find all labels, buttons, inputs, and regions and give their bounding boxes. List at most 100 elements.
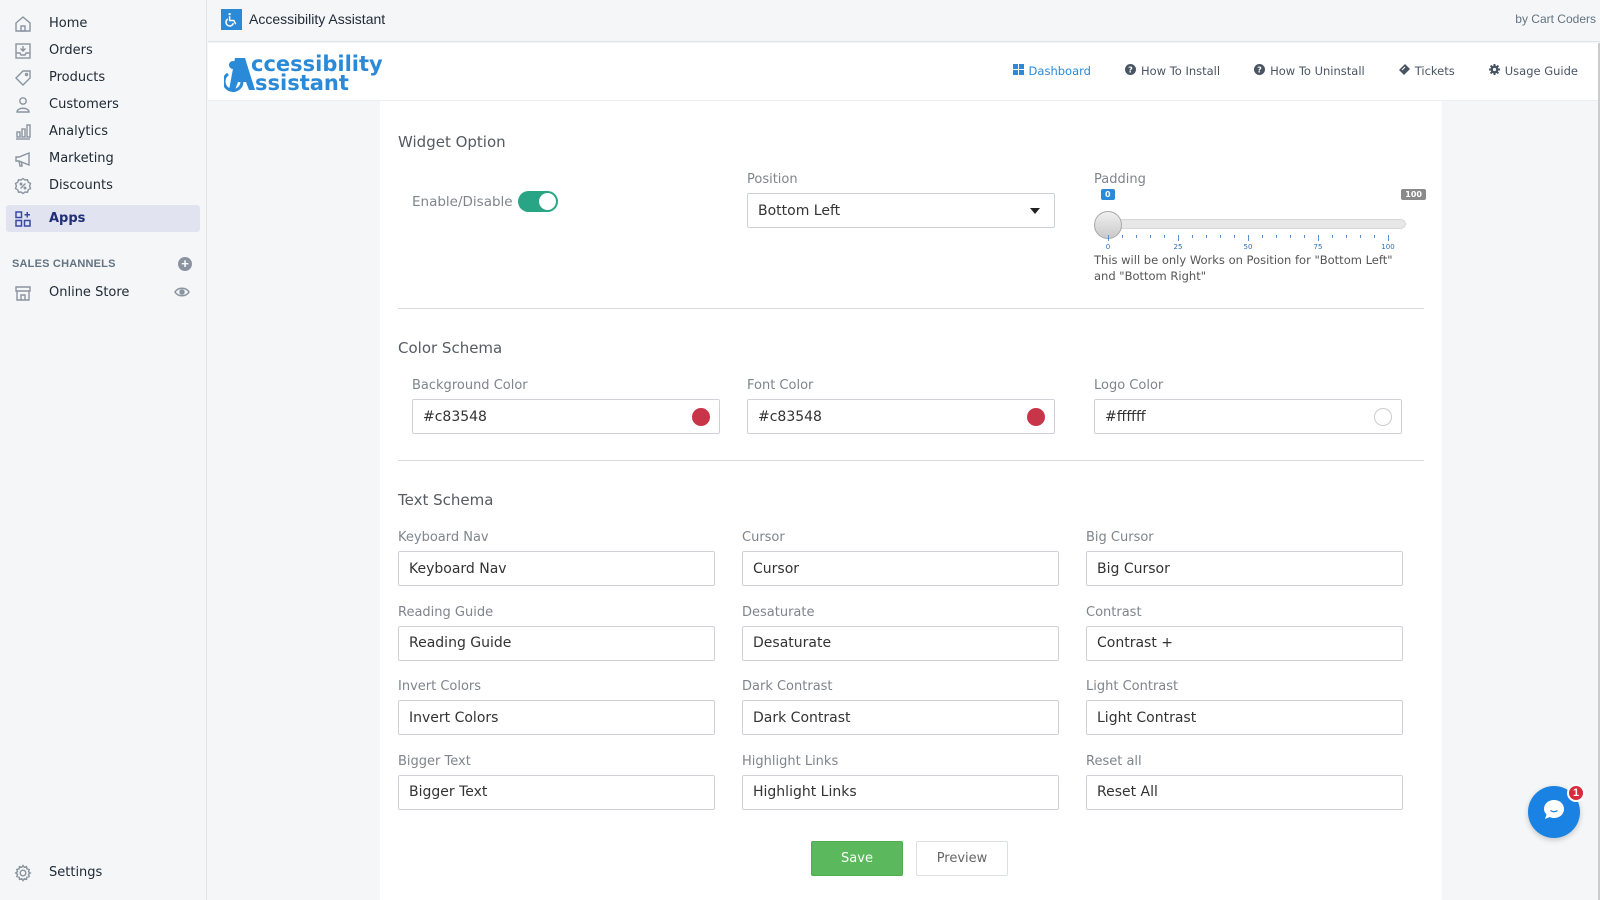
slider-tick (1164, 235, 1165, 238)
reset-all-value: Reset All (1097, 784, 1158, 800)
gear-icon (1488, 64, 1500, 78)
reset-all-label: Reset all (1086, 753, 1142, 769)
slider-tick (1178, 235, 1179, 241)
sidebar-item-label: Online Store (49, 285, 130, 300)
tab-how-to-uninstall[interactable]: ? How To Uninstall (1254, 64, 1365, 78)
invert-colors-input[interactable]: Invert Colors (398, 700, 715, 735)
sidebar-item-discounts[interactable]: Discounts (6, 172, 200, 199)
ticket-icon (1398, 64, 1410, 78)
highlight-links-input[interactable]: Highlight Links (742, 774, 1059, 810)
cursor-input[interactable]: Cursor (742, 551, 1059, 586)
sidebar-item-label: Orders (49, 43, 93, 58)
chat-bubble-icon (1541, 797, 1567, 828)
background-color-input[interactable]: #c83548 (412, 399, 720, 434)
dark-contrast-input[interactable]: Dark Contrast (742, 700, 1059, 735)
sidebar-item-label: Settings (49, 865, 103, 880)
divider (398, 308, 1424, 309)
caret-down-icon (1030, 208, 1040, 214)
svg-text:?: ? (1128, 66, 1133, 75)
big-cursor-input[interactable]: Big Cursor (1086, 551, 1403, 586)
sidebar-item-label: Products (49, 70, 106, 85)
logo-color-value: #ffffff (1105, 408, 1146, 425)
sales-channels-title: SALES CHANNELS (12, 258, 116, 270)
wheelchair-icon (221, 9, 242, 30)
add-channel-icon[interactable]: + (178, 257, 192, 271)
developer-credit: by Cart Coders (1515, 12, 1596, 26)
tab-label: How To Install (1140, 64, 1221, 78)
slider-tick (1234, 235, 1235, 238)
sidebar-item-apps[interactable]: Apps (6, 205, 200, 232)
position-label: Position (747, 172, 798, 187)
tab-how-to-install[interactable]: ? How To Install (1124, 64, 1221, 78)
sidebar-item-products[interactable]: Products (6, 64, 200, 91)
sidebar-item-home[interactable]: Home (6, 10, 200, 37)
tab-dashboard[interactable]: Dashboard (1012, 64, 1091, 78)
bar-chart-icon (12, 121, 34, 143)
app-nav-tabs: Dashboard ? How To Install ? How To Unin… (979, 64, 1578, 78)
sidebar: Home Orders Products Customers Analytics… (0, 0, 207, 900)
orders-icon (12, 40, 34, 62)
tag-icon (12, 67, 34, 89)
tab-tickets[interactable]: Tickets (1398, 64, 1455, 78)
sidebar-item-online-store[interactable]: Online Store (6, 279, 192, 306)
tab-label: How To Uninstall (1270, 64, 1365, 78)
apps-icon (12, 208, 34, 230)
toggle-knob (539, 193, 556, 210)
tab-label: Usage Guide (1504, 64, 1578, 78)
reset-all-input[interactable]: Reset All (1086, 774, 1403, 810)
contrast-input[interactable]: Contrast + (1086, 625, 1403, 661)
bigger-text-label: Bigger Text (398, 753, 471, 769)
slider-tick (1388, 235, 1389, 241)
color-schema-title: Color Schema (398, 339, 503, 357)
slider-tick (1262, 235, 1263, 238)
tab-label: Dashboard (1028, 64, 1091, 78)
logo-color-input[interactable]: #ffffff (1094, 399, 1402, 434)
save-button[interactable]: Save (811, 841, 903, 876)
sidebar-item-analytics[interactable]: Analytics (6, 118, 200, 145)
home-icon (12, 13, 34, 35)
widget-option-title: Widget Option (398, 133, 506, 151)
sidebar-item-marketing[interactable]: Marketing (6, 145, 200, 172)
sidebar-item-orders[interactable]: Orders (6, 37, 200, 64)
contrast-value: Contrast + (1097, 635, 1174, 651)
light-contrast-input[interactable]: Light Contrast (1086, 700, 1403, 735)
tab-usage-guide[interactable]: Usage Guide (1488, 64, 1578, 78)
question-circle-icon: ? (1254, 64, 1266, 78)
desaturate-input[interactable]: Desaturate (742, 625, 1059, 661)
logo-color-swatch[interactable] (1374, 408, 1392, 426)
sidebar-item-label: Customers (49, 97, 119, 112)
background-color-swatch[interactable] (692, 408, 710, 426)
sidebar-item-customers[interactable]: Customers (6, 91, 200, 118)
slider-tick (1150, 235, 1151, 238)
slider-tick (1304, 235, 1305, 238)
cursor-value: Cursor (753, 560, 800, 577)
desaturate-label: Desaturate (742, 604, 815, 620)
big-cursor-label: Big Cursor (1086, 530, 1154, 545)
background-color-value: #c83548 (423, 408, 487, 425)
divider (398, 460, 1424, 461)
sidebar-item-settings[interactable]: Settings (6, 859, 200, 886)
dark-contrast-label: Dark Contrast (742, 679, 833, 694)
bigger-text-input[interactable]: Bigger Text (398, 774, 715, 810)
bigger-text-value: Bigger Text (409, 784, 488, 800)
slider-track[interactable] (1104, 219, 1406, 229)
font-color-input[interactable]: #c83548 (747, 399, 1055, 434)
slider-tick-label: 25 (1173, 243, 1183, 251)
accessibility-assistant-logo: ccessibility ssistant (222, 50, 384, 99)
position-select[interactable]: Bottom Left (747, 193, 1055, 228)
padding-slider[interactable]: 0 100 0 25 50 75 100 (1094, 189, 1426, 259)
preview-button[interactable]: Preview (916, 841, 1008, 876)
slider-tick-label: 0 (1105, 243, 1111, 251)
question-circle-icon: ? (1124, 64, 1136, 78)
reading-guide-input[interactable]: Reading Guide (398, 625, 715, 661)
keyboard-nav-input[interactable]: Keyboard Nav (398, 551, 715, 586)
svg-text:ssistant: ssistant (255, 71, 349, 94)
slider-tick-label: 75 (1313, 243, 1323, 251)
font-color-value: #c83548 (758, 408, 822, 425)
font-color-label: Font Color (747, 378, 814, 393)
font-color-swatch[interactable] (1027, 408, 1045, 426)
eye-icon[interactable] (174, 285, 190, 304)
enable-toggle[interactable] (518, 191, 558, 212)
slider-tick (1136, 235, 1137, 238)
chat-notification-badge: 1 (1567, 784, 1585, 802)
